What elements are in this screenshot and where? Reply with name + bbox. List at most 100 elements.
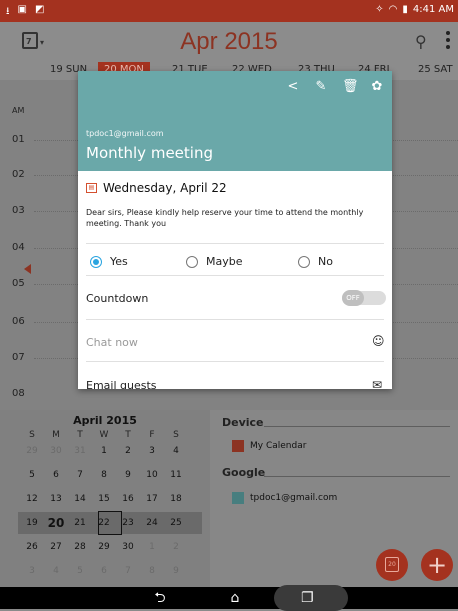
mini-calendar-day[interactable]: 21: [68, 518, 92, 528]
rsvp-no-label: No: [318, 255, 333, 268]
mini-calendar-day[interactable]: 6: [44, 470, 68, 480]
edit-icon[interactable]: ✎: [314, 79, 328, 94]
mini-calendar-day[interactable]: 3: [20, 566, 44, 576]
divider: [264, 476, 450, 477]
hour-label: AM: [12, 106, 25, 115]
delete-icon[interactable]: 🗑: [342, 79, 359, 94]
email-guests-label[interactable]: Email guests: [86, 379, 157, 389]
countdown-toggle-state: OFF: [342, 290, 364, 306]
chat-input[interactable]: Chat now: [86, 336, 138, 349]
mini-calendar-day[interactable]: 6: [92, 566, 116, 576]
mini-calendar-day[interactable]: 29: [20, 446, 44, 456]
rsvp-maybe[interactable]: Maybe: [186, 255, 243, 268]
mini-calendar-day[interactable]: 3: [140, 446, 164, 456]
share-icon[interactable]: <: [286, 79, 300, 94]
mini-calendar-day[interactable]: 1: [140, 542, 164, 552]
search-icon[interactable]: ⚲: [415, 32, 427, 51]
mail-icon[interactable]: ✉: [372, 378, 382, 389]
event-date: Wednesday, April 22: [103, 181, 227, 195]
mini-calendar-day[interactable]: 26: [20, 542, 44, 552]
mini-calendar-day[interactable]: 7: [68, 470, 92, 480]
event-title: Monthly meeting: [86, 144, 213, 162]
divider: [264, 426, 450, 427]
mini-calendar-title: April 2015: [73, 414, 137, 427]
mini-calendar-day[interactable]: 13: [44, 494, 68, 504]
mini-calendar-day[interactable]: 11: [164, 470, 188, 480]
add-event-button[interactable]: +: [421, 549, 453, 581]
month-title: Apr 2015: [180, 28, 278, 55]
dialog-header: < ✎ 🗑 ✿ tpdoc1@gmail.com Monthly meeting: [78, 71, 392, 171]
radio-maybe[interactable]: [186, 255, 198, 268]
recent-apps-highlight: ❐: [274, 585, 348, 611]
rsvp-yes[interactable]: Yes: [90, 255, 128, 268]
hour-label: 06: [12, 316, 25, 327]
mini-calendar-day[interactable]: 7: [116, 566, 140, 576]
countdown-toggle[interactable]: OFF: [342, 290, 386, 306]
mini-calendar-day[interactable]: 16: [116, 494, 140, 504]
hour-label: 03: [12, 205, 25, 216]
mini-calendar-day[interactable]: 18: [164, 494, 188, 504]
mini-calendar-day[interactable]: 17: [140, 494, 164, 504]
weekday-label: S: [173, 430, 179, 440]
weekday-label: S: [29, 430, 35, 440]
calendar-color-swatch: [232, 440, 244, 452]
weekday-label: W: [99, 430, 109, 440]
mini-calendar-day[interactable]: 25: [164, 518, 188, 528]
mini-calendar-day[interactable]: 10: [140, 470, 164, 480]
weekday-label: M: [52, 430, 60, 440]
mini-calendar-day[interactable]: 4: [44, 566, 68, 576]
event-date-row: ▤ Wednesday, April 22: [86, 181, 227, 195]
mini-calendar-day[interactable]: 9: [116, 470, 140, 480]
mini-calendar-day[interactable]: 5: [68, 566, 92, 576]
mini-calendar-day[interactable]: 29: [92, 542, 116, 552]
mini-calendar: April 2015 S M T W T F S 29 30 31 1 2 3 4 5 6 7 8 9 10 11 12 1…: [0, 410, 210, 587]
mini-calendar-day[interactable]: 19: [20, 518, 44, 528]
mini-calendar-day[interactable]: 23: [116, 518, 140, 528]
mini-calendar-day[interactable]: 1: [92, 446, 116, 456]
calendar-item-label: tpdoc1@gmail.com: [250, 493, 338, 503]
rsvp-no[interactable]: No: [298, 255, 333, 268]
go-to-today-button[interactable]: 20: [376, 549, 408, 581]
mini-calendar-day[interactable]: 2: [116, 446, 140, 456]
divider: [86, 275, 384, 276]
mini-calendar-day[interactable]: 4: [164, 446, 188, 456]
radio-yes[interactable]: [90, 255, 102, 268]
day-header-sat[interactable]: 25 SAT: [418, 64, 453, 75]
overflow-menu-icon[interactable]: [446, 31, 450, 49]
calendar-item-google-account[interactable]: tpdoc1@gmail.com: [232, 492, 337, 504]
recent-apps-icon[interactable]: ❐: [301, 590, 314, 606]
mini-calendar-day[interactable]: 24: [140, 518, 164, 528]
mini-calendar-day[interactable]: 8: [92, 470, 116, 480]
status-time: 4:41 AM: [412, 4, 454, 15]
mini-calendar-day[interactable]: 20: [44, 516, 68, 530]
app-bar: 7 ▾ Apr 2015 ⚲: [0, 22, 458, 62]
wifi-icon: ◠: [388, 4, 398, 15]
mini-calendar-day[interactable]: 30: [44, 446, 68, 456]
emoji-icon[interactable]: ☺: [372, 334, 385, 348]
mini-calendar-day[interactable]: 14: [68, 494, 92, 504]
divider: [86, 361, 384, 362]
mini-calendar-day[interactable]: 2: [164, 542, 188, 552]
rsvp-maybe-label: Maybe: [206, 255, 243, 268]
mini-calendar-day[interactable]: 22: [92, 518, 116, 528]
battery-icon: ▮: [402, 4, 408, 15]
status-bar: ⭳ ▣ ◩ ✧ ◠ ▮ 4:41 AM: [0, 0, 458, 22]
mini-calendar-day[interactable]: 12: [20, 494, 44, 504]
mini-calendar-day[interactable]: 31: [68, 446, 92, 456]
mini-calendar-day[interactable]: 5: [20, 470, 44, 480]
divider: [86, 243, 384, 244]
mini-calendar-day[interactable]: 8: [140, 566, 164, 576]
home-icon[interactable]: ⌂: [225, 590, 245, 606]
mini-calendar-day[interactable]: 15: [92, 494, 116, 504]
palette-icon[interactable]: ✿: [370, 79, 384, 94]
radio-no[interactable]: [298, 255, 310, 268]
mini-calendar-day[interactable]: 28: [68, 542, 92, 552]
calendar-icon: 20: [385, 557, 399, 572]
back-icon[interactable]: ⮌: [150, 590, 170, 606]
navigation-bar: ⮌ ⌂: [0, 587, 458, 609]
silent-icon: ✧: [375, 4, 384, 15]
mini-calendar-day[interactable]: 30: [116, 542, 140, 552]
mini-calendar-day[interactable]: 27: [44, 542, 68, 552]
mini-calendar-day[interactable]: 9: [164, 566, 188, 576]
calendar-item-my-calendar[interactable]: My Calendar: [232, 440, 306, 452]
